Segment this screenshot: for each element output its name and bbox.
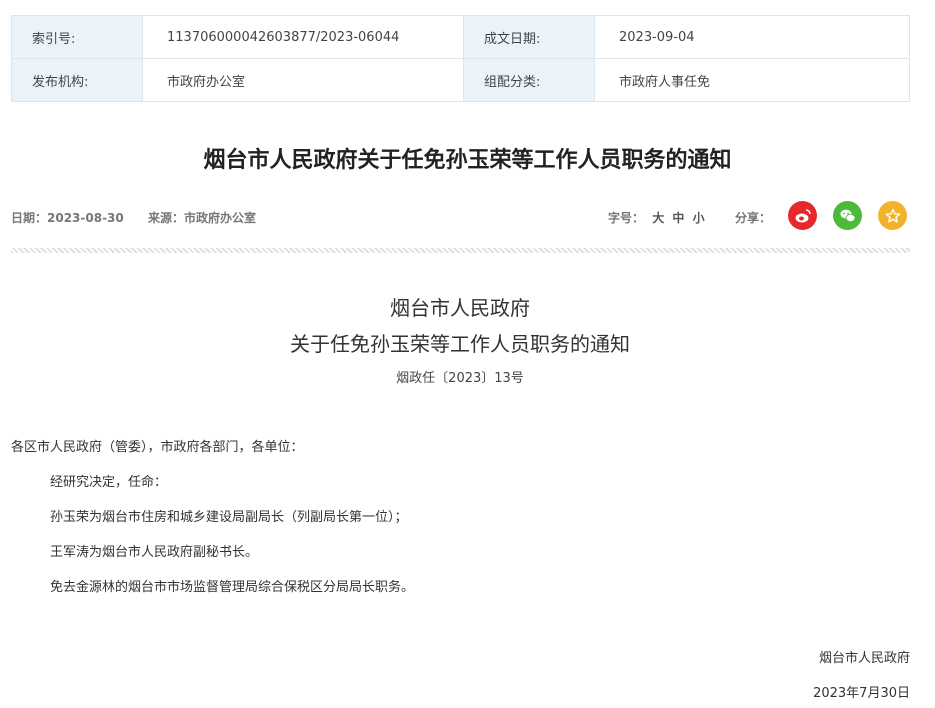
divider bbox=[11, 248, 910, 253]
page-title: 烟台市人民政府关于任免孙玉荣等工作人员职务的通知 bbox=[203, 148, 732, 173]
date-value: 2023-09-04 bbox=[594, 15, 910, 59]
document-meta-table: 索引号: 113706000042603877/2023-06044 成文日期:… bbox=[11, 15, 910, 102]
font-size-controls: 字号： 大 中 小 bbox=[608, 209, 705, 226]
paragraph: 经研究决定，任命： bbox=[50, 475, 168, 490]
salutation: 各区市人民政府（管委），市政府各部门，各单位： bbox=[11, 440, 304, 455]
paragraph: 孙玉荣为烟台市住房和城乡建设局副局长（列副局长第一位）； bbox=[50, 510, 408, 525]
weibo-icon bbox=[795, 208, 811, 222]
paragraph: 免去金源林的烟台市市场监督管理局综合保税区分局局长职务。 bbox=[50, 580, 415, 595]
wechat-share-button[interactable] bbox=[833, 201, 862, 230]
meta-row: 索引号: 113706000042603877/2023-06044 成文日期:… bbox=[11, 15, 910, 59]
publisher-label: 发布机构: bbox=[11, 58, 143, 102]
sign-date: 2023年7月30日 bbox=[813, 686, 910, 701]
share-label: 分享： bbox=[735, 211, 772, 225]
star-icon bbox=[885, 208, 900, 223]
info-left: 日期：2023-08-30 来源：市政府办公室 bbox=[11, 209, 276, 226]
category-value: 市政府人事任免 bbox=[594, 58, 910, 102]
doc-title-line1: 烟台市人民政府 bbox=[390, 296, 530, 320]
doc-title-line2: 关于任免孙玉荣等工作人员职务的通知 bbox=[290, 332, 630, 356]
weibo-share-button[interactable] bbox=[788, 201, 817, 230]
font-large-button[interactable]: 大 bbox=[652, 211, 664, 225]
doc-number: 烟政任〔2023〕13号 bbox=[396, 371, 524, 386]
date-label: 成文日期: bbox=[463, 15, 595, 59]
publisher-value: 市政府办公室 bbox=[142, 58, 464, 102]
favorite-button[interactable] bbox=[878, 201, 907, 230]
font-size-label: 字号： bbox=[608, 211, 645, 225]
index-label: 索引号: bbox=[11, 15, 143, 59]
index-value: 113706000042603877/2023-06044 bbox=[142, 15, 464, 59]
font-small-button[interactable]: 小 bbox=[693, 211, 705, 225]
info-bar: 日期：2023-08-30 来源：市政府办公室 字号： 大 中 小 分享： bbox=[11, 201, 910, 230]
publish-date: 日期：2023-08-30 bbox=[11, 211, 124, 225]
source: 来源：市政府办公室 bbox=[147, 211, 256, 225]
category-label: 组配分类: bbox=[463, 58, 595, 102]
font-medium-button[interactable]: 中 bbox=[672, 211, 684, 225]
wechat-icon bbox=[840, 209, 855, 222]
paragraph: 王军涛为烟台市人民政府副秘书长。 bbox=[50, 545, 259, 560]
meta-row: 发布机构: 市政府办公室 组配分类: 市政府人事任免 bbox=[11, 58, 910, 102]
signature: 烟台市人民政府 bbox=[818, 651, 910, 666]
